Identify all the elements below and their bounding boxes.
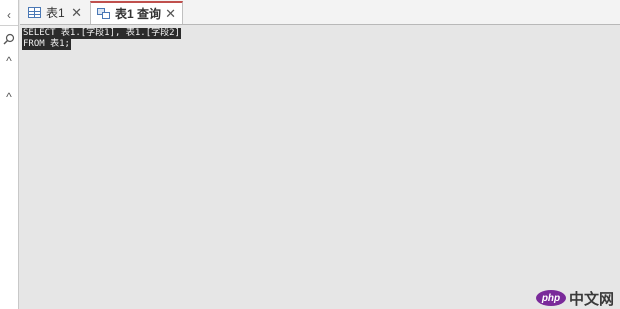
watermark-logo: php 中文网: [535, 289, 614, 308]
sql-line[interactable]: FROM 表1;: [22, 39, 71, 50]
sql-editor[interactable]: SELECT 表1.[字段1], 表1.[字段2] FROM 表1;: [20, 25, 620, 309]
tab-table1-query[interactable]: 表1 查询 ✕: [90, 1, 183, 24]
query-icon: [97, 8, 110, 19]
tab-table1[interactable]: 表1 ✕: [22, 2, 88, 22]
tab-label: 表1: [46, 5, 65, 20]
watermark-badge: php: [535, 290, 566, 306]
navigation-pane-strip: ‹ ^ ^: [0, 0, 19, 309]
chevron-up-icon[interactable]: ^: [0, 52, 18, 70]
document-tab-bar: 表1 ✕ 表1 查询 ✕: [20, 0, 620, 25]
close-icon[interactable]: ✕: [165, 7, 176, 20]
close-icon[interactable]: ✕: [71, 6, 82, 19]
watermark-text: 中文网: [568, 290, 614, 308]
tab-label: 表1 查询: [115, 7, 162, 21]
chevron-up-icon[interactable]: ^: [0, 88, 18, 106]
nav-divider: [0, 25, 18, 26]
sql-line[interactable]: SELECT 表1.[字段1], 表1.[字段2]: [22, 28, 181, 39]
collapse-nav-icon[interactable]: ‹: [0, 6, 18, 24]
table-icon: [28, 6, 41, 18]
search-icon[interactable]: [0, 30, 18, 48]
